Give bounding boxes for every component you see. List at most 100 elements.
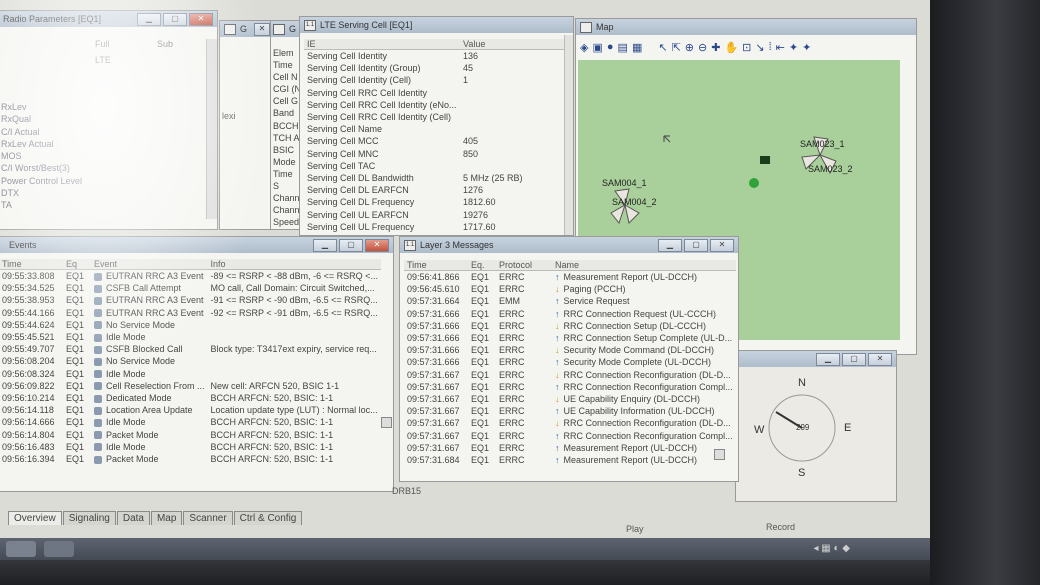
table-row[interactable]: Serving Cell TAC [304,160,566,172]
fit-icon[interactable]: ✚ [711,41,720,54]
events-titlebar[interactable]: Events ▁ ▢ ✕ [0,237,393,253]
tab-data[interactable]: Data [116,511,150,525]
table-row[interactable]: Serving Cell Identity (Group) 45 [304,62,566,74]
close-button[interactable]: ✕ [189,13,213,26]
scroll-thumb[interactable] [381,417,392,428]
globe-icon[interactable]: ● [607,41,614,54]
close-button[interactable]: ✕ [365,239,389,252]
start-button[interactable] [6,541,36,557]
table-row[interactable]: 09:56:10.214 EQ1 Dedicated Mode BCCH ARFCN:… [0,392,381,404]
column-ie[interactable]: IE [304,39,460,50]
tab-ctrl-config[interactable]: Ctrl & Config [233,511,303,525]
gsm-cell-titlebar[interactable]: G ✕ [220,21,272,37]
play-label[interactable]: Play [626,524,644,534]
maximize-button[interactable]: ▢ [842,353,866,366]
minimize-button[interactable]: ▁ [816,353,840,366]
table-row[interactable]: Serving Cell Identity (Cell) 1 [304,74,566,86]
table-row[interactable]: Serving Cell RRC Cell Identity (Cell) [304,111,566,123]
table-row[interactable]: 09:55:44.624 EQ1 No Service Mode [0,319,381,331]
table-row[interactable]: Serving Cell Identity 136 [304,50,566,63]
tab-signaling[interactable]: Signaling [62,511,116,525]
pan-icon[interactable]: ✋ [724,41,738,54]
table-row[interactable]: 09:55:45.521 EQ1 Idle Mode [0,331,381,343]
table-row[interactable]: 09:56:16.394 EQ1 Packet Mode BCCH ARFCN: 52… [0,453,381,465]
scrollbar[interactable] [206,39,217,219]
table-row[interactable]: 09:57:31.667 EQ1 ERRC ↑ RRC Connection Recon… [404,429,736,441]
scrollbar[interactable] [564,35,573,235]
maximize-button[interactable]: ▢ [339,239,363,252]
table-row[interactable]: 09:57:31.666 EQ1 ERRC ↑ RRC Connection Reque… [404,308,736,320]
table-row[interactable]: Serving Cell UL Frequency 1717.60 [304,221,566,233]
table-row[interactable]: 09:56:45.610 EQ1 ERRC ↓ Paging (PCCH) [404,283,736,295]
column-time[interactable]: Time [404,260,468,271]
select-icon[interactable]: ⇱ [672,41,681,54]
maximize-button[interactable]: ▢ [163,13,187,26]
layer3-titlebar[interactable]: 1.1 Layer 3 Messages ▁ ▢ ✕ [400,237,738,253]
table-row[interactable]: Serving Cell UL EARFCN 19276 [304,208,566,220]
table-row[interactable]: 09:56:16.483 EQ1 Idle Mode BCCH ARFCN: 520,… [0,441,381,453]
table-row[interactable]: 09:55:44.166 EQ1 EUTRAN RRC A3 Event -92 <=… [0,307,381,319]
table-row[interactable]: 09:55:33.808 EQ1 EUTRAN RRC A3 Event -89 <=… [0,270,381,283]
measure-icon[interactable]: ↘ [755,41,764,54]
maximize-button[interactable]: ▢ [684,239,708,252]
table-row[interactable]: Serving Cell DL Bandwidth 5 MHz (25 RB) [304,172,566,184]
zoom-out-icon[interactable]: ⊖ [698,41,707,54]
layers-icon[interactable]: ◈ [580,41,588,54]
table-row[interactable]: 09:55:38.953 EQ1 EUTRAN RRC A3 Event -91 <=… [0,294,381,306]
compass-titlebar[interactable]: ▁ ▢ ✕ [736,351,896,367]
table-row[interactable]: Serving Cell DL Frequency 1812.60 [304,196,566,208]
close-button[interactable]: ✕ [868,353,892,366]
map-titlebar[interactable]: Map [576,19,916,35]
record-label[interactable]: Record [766,522,795,532]
gsm-elements-titlebar[interactable]: G [271,21,301,37]
minimize-button[interactable]: ▁ [313,239,337,252]
table-row[interactable]: 09:55:49.707 EQ1 CSFB Blocked Call Block ty… [0,343,381,355]
table-row[interactable]: 09:57:31.667 EQ1 ERRC ↓ RRC Connection Recon… [404,369,736,381]
save-icon[interactable]: ▣ [592,41,602,54]
taskbar-app-icon[interactable] [44,541,74,557]
column-eq[interactable]: Eq. [468,260,496,271]
table-row[interactable]: 09:56:08.204 EQ1 No Service Mode [0,355,381,367]
table-row[interactable]: Serving Cell DL EARFCN 1276 [304,184,566,196]
column-info[interactable]: Info [208,259,381,270]
table-row[interactable]: 09:57:31.666 EQ1 ERRC ↓ RRC Connection Setup… [404,320,736,332]
column-event[interactable]: Event [91,259,208,270]
tab-map[interactable]: Map [150,511,183,525]
table-row[interactable]: 09:57:31.667 EQ1 ERRC ↓ UE Capability Enquir… [404,393,736,405]
table-row[interactable]: 09:57:31.667 EQ1 ERRC ↑ Measurement Report (… [404,442,736,454]
prev-icon[interactable]: ✦ [789,41,798,54]
column-value[interactable]: Value [460,39,566,50]
legend-icon[interactable]: ▤ [618,41,628,54]
table-row[interactable]: 09:56:41.866 EQ1 ERRC ↑ Measurement Report (… [404,271,736,284]
table-row[interactable]: Serving Cell RRC Cell Identity (eNo... [304,99,566,111]
grid-icon[interactable]: ▦ [632,41,642,54]
table-row[interactable]: 09:56:14.118 EQ1 Location Area Update Locat… [0,404,381,416]
table-row[interactable]: 09:56:14.804 EQ1 Packet Mode BCCH ARFCN: 52… [0,428,381,440]
tray-icons[interactable]: ◂ ▦ ◐ ◆ [813,543,850,554]
zoom-in-icon[interactable]: ⊕ [685,41,694,54]
ruler-icon[interactable]: ⊡ [742,41,751,54]
column-name[interactable]: Name [552,260,736,271]
table-row[interactable]: 09:57:31.664 EQ1 EMM ↑ Service Request [404,295,736,307]
table-row[interactable]: 09:57:31.666 EQ1 ERRC ↑ RRC Connection Setup… [404,332,736,344]
table-row[interactable]: 09:56:14.666 EQ1 Idle Mode BCCH ARFCN: 520,… [0,416,381,428]
tab-overview[interactable]: Overview [8,511,62,525]
close-button[interactable]: ✕ [254,23,270,36]
tab-scanner[interactable]: Scanner [183,511,233,525]
pointer-icon[interactable]: ↖ [658,41,667,54]
scroll-thumb[interactable] [714,449,725,460]
table-row[interactable]: 09:57:31.667 EQ1 ERRC ↑ RRC Connection Recon… [404,381,736,393]
table-row[interactable]: 09:57:31.666 EQ1 ERRC ↓ Security Mode Comman… [404,344,736,356]
table-row[interactable]: 09:55:34.525 EQ1 CSFB Call Attempt MO call,… [0,282,381,294]
table-row[interactable]: Serving Cell MNC 850 [304,148,566,160]
lte-serving-cell-titlebar[interactable]: 1.1 LTE Serving Cell [EQ1] [300,17,573,33]
route-icon[interactable]: ⇤ [776,41,785,54]
close-button[interactable]: ✕ [710,239,734,252]
table-row[interactable]: 09:57:31.684 EQ1 ERRC ↑ Measurement Report (… [404,454,736,466]
table-row[interactable]: Serving Cell RRC Cell Identity [304,87,566,99]
table-row[interactable]: 09:56:08.324 EQ1 Idle Mode [0,368,381,380]
table-row[interactable]: 09:57:31.666 EQ1 ERRC ↑ Security Mode Comple… [404,356,736,368]
table-row[interactable]: Serving Cell Name [304,123,566,135]
minimize-button[interactable]: ▁ [137,13,161,26]
info-icon[interactable]: ⁞ [769,41,772,54]
